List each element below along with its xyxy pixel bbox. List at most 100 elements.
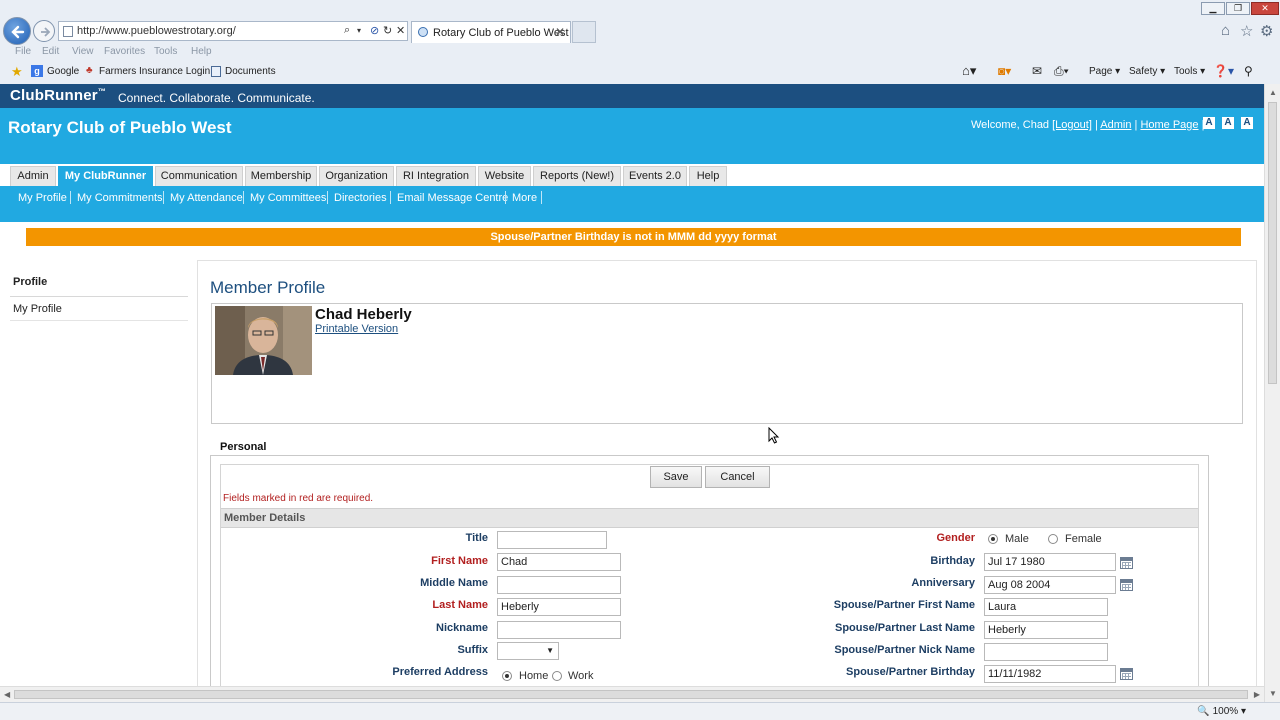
nav-my-clubrunner[interactable]: My ClubRunner (58, 166, 153, 186)
scroll-down-icon[interactable]: ▼ (1269, 689, 1277, 698)
gender-female-radio[interactable] (1048, 534, 1058, 544)
gender-male-label: Male (1005, 533, 1029, 545)
forward-button[interactable] (33, 20, 55, 42)
middle-name-field[interactable] (497, 576, 621, 594)
save-button[interactable]: Save (650, 466, 702, 488)
favorite-documents[interactable]: Documents (225, 66, 276, 77)
horizontal-scrollbar[interactable]: ◀ ▶ (0, 686, 1264, 702)
anniversary-calendar-icon[interactable] (1120, 579, 1133, 591)
scroll-right-icon[interactable]: ▶ (1254, 690, 1260, 699)
nav-organization[interactable]: Organization (319, 166, 394, 186)
home-icon[interactable]: ⌂ (1221, 22, 1230, 39)
sidebar-item-my-profile[interactable]: My Profile (13, 303, 62, 315)
menu-edit[interactable]: Edit (42, 46, 59, 57)
mail-icon[interactable]: ✉ (1032, 64, 1042, 78)
printable-version-link[interactable]: Printable Version (315, 323, 398, 335)
birthday-field[interactable]: Jul 17 1980 (984, 553, 1116, 571)
menu-help[interactable]: Help (191, 46, 212, 57)
subnav-separator (163, 191, 164, 204)
close-tab-icon[interactable]: ✕ (555, 25, 565, 39)
search-icon[interactable]: ⌕ (344, 24, 350, 37)
logout-link[interactable]: [Logout] (1052, 119, 1092, 131)
subnav-my-committees[interactable]: My Committees (250, 192, 326, 204)
home-page-link[interactable]: Home Page (1140, 119, 1198, 131)
anniversary-field[interactable]: Aug 08 2004 (984, 576, 1116, 594)
preferred-address-home-radio[interactable] (502, 671, 512, 681)
dropdown-icon[interactable]: ▾ (357, 26, 361, 35)
page-menu[interactable]: Page ▾ (1089, 66, 1120, 77)
first-name-field[interactable]: Chad (497, 553, 621, 571)
research-icon[interactable]: ⚲ (1244, 64, 1253, 78)
font-size-small-button[interactable]: A (1203, 117, 1215, 129)
scroll-left-icon[interactable]: ◀ (4, 690, 10, 699)
close-window-button[interactable]: ✕ (1251, 2, 1279, 15)
new-tab-button[interactable] (572, 21, 596, 43)
scroll-thumb[interactable] (1268, 102, 1277, 384)
spouse-last-name-field[interactable]: Heberly (984, 621, 1108, 639)
preferred-address-work-radio[interactable] (552, 671, 562, 681)
feeds-icon[interactable]: ◙▾ (998, 64, 1011, 78)
stop-icon[interactable]: ✕ (396, 24, 405, 37)
nav-admin[interactable]: Admin (10, 166, 56, 186)
title-field[interactable] (497, 531, 607, 549)
settings-gear-icon[interactable]: ⚙ (1260, 22, 1273, 40)
favorites-star-icon[interactable]: ★ (11, 64, 23, 80)
favorite-farmers[interactable]: Farmers Insurance Login (99, 66, 210, 77)
refresh-icon[interactable]: ↻ (383, 24, 392, 37)
nav-membership[interactable]: Membership (245, 166, 317, 186)
sidebar-divider (10, 320, 188, 321)
suffix-select[interactable]: ▼ (497, 642, 559, 660)
nav-ri-integration[interactable]: RI Integration (396, 166, 476, 186)
cancel-button[interactable]: Cancel (705, 466, 770, 488)
favorites-star-icon[interactable]: ☆ (1240, 22, 1253, 40)
clubrunner-logo[interactable]: ClubRunner™ (10, 87, 106, 104)
subnav-separator (327, 191, 328, 204)
subnav-email-message-centre[interactable]: Email Message Centre (397, 192, 508, 204)
nav-events[interactable]: Events 2.0 (623, 166, 687, 186)
font-size-medium-button[interactable]: A (1222, 117, 1234, 129)
maximize-button[interactable]: ❐ (1226, 2, 1250, 15)
font-size-large-button[interactable]: A (1241, 117, 1253, 129)
print-icon[interactable]: ⎙▾ (1054, 64, 1069, 79)
spouse-birthday-calendar-icon[interactable] (1120, 668, 1133, 680)
spouse-birthday-label: Spouse/Partner Birthday (846, 666, 975, 678)
address-bar[interactable]: http://www.pueblowestrotary.org/ ⌕ ▾ ⊘ ↻… (58, 21, 408, 41)
admin-link[interactable]: Admin (1100, 119, 1131, 131)
nav-help[interactable]: Help (689, 166, 727, 186)
menu-view[interactable]: View (72, 46, 94, 57)
tab-rotary-club[interactable]: Rotary Club of Pueblo West ✕ (411, 21, 571, 43)
subnav-more[interactable]: More (512, 192, 537, 204)
vertical-scrollbar[interactable]: ▲ ▼ (1264, 84, 1280, 702)
nav-communication[interactable]: Communication (155, 166, 243, 186)
back-button[interactable] (3, 17, 31, 45)
nav-website[interactable]: Website (478, 166, 531, 186)
subnav-my-attendance[interactable]: My Attendance (170, 192, 243, 204)
subnav-my-commitments[interactable]: My Commitments (77, 192, 163, 204)
subnav-my-profile[interactable]: My Profile (18, 192, 67, 204)
club-name[interactable]: Rotary Club of Pueblo West (8, 118, 232, 138)
gender-male-radio[interactable] (988, 534, 998, 544)
subnav-directories[interactable]: Directories (334, 192, 387, 204)
spouse-birthday-field[interactable]: 11/11/1982 (984, 665, 1116, 683)
home-icon[interactable]: ⌂▾ (962, 63, 976, 79)
help-icon[interactable]: ❓▾ (1213, 64, 1234, 78)
safety-menu[interactable]: Safety ▾ (1129, 66, 1165, 77)
menu-tools[interactable]: Tools (154, 46, 177, 57)
tools-menu[interactable]: Tools ▾ (1174, 66, 1205, 77)
nickname-field[interactable] (497, 621, 621, 639)
member-details-title: Member Details (224, 512, 306, 524)
scroll-up-icon[interactable]: ▲ (1269, 88, 1277, 97)
compatibility-icon[interactable]: ⊘ (370, 24, 379, 37)
minimize-button[interactable]: ▁ (1201, 2, 1225, 15)
scroll-thumb[interactable] (14, 690, 1248, 699)
url-text[interactable]: http://www.pueblowestrotary.org/ (77, 25, 236, 37)
spouse-nick-name-field[interactable] (984, 643, 1108, 661)
nav-reports[interactable]: Reports (New!) (533, 166, 621, 186)
birthday-calendar-icon[interactable] (1120, 557, 1133, 569)
menu-favorites[interactable]: Favorites (104, 46, 145, 57)
spouse-first-name-field[interactable]: Laura (984, 598, 1108, 616)
menu-file[interactable]: File (15, 46, 31, 57)
favorite-google[interactable]: Google (47, 66, 79, 77)
zoom-level[interactable]: 🔍 100% ▾ (1197, 706, 1246, 717)
last-name-field[interactable]: Heberly (497, 598, 621, 616)
